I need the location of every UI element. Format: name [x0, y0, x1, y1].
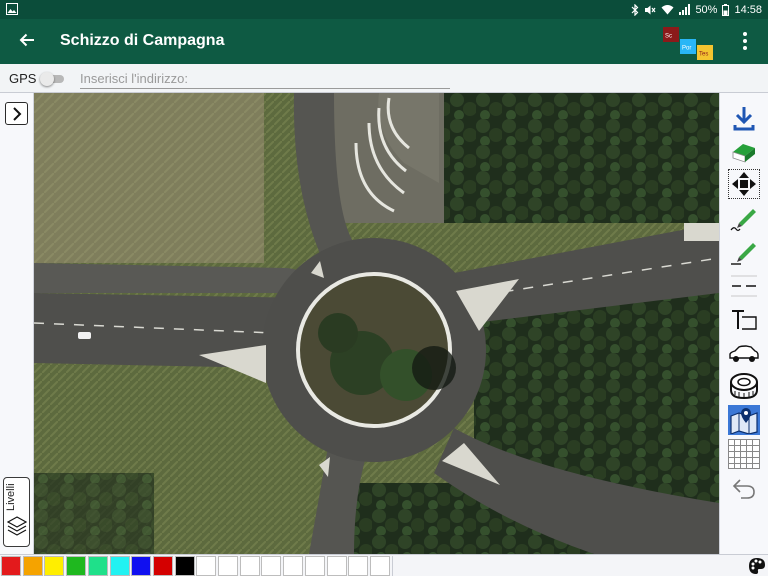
tool-text[interactable] — [728, 305, 760, 335]
color-swatch[interactable] — [196, 556, 217, 576]
page-title: Schizzo di Campagna — [60, 32, 225, 49]
color-swatch[interactable] — [174, 556, 195, 576]
color-swatch[interactable] — [22, 556, 43, 576]
image-notification-icon — [6, 3, 18, 15]
wifi-icon — [661, 5, 674, 15]
expand-panel-button[interactable] — [5, 102, 28, 125]
logo-tile-por: Por — [682, 46, 691, 52]
color-swatch[interactable] — [131, 556, 152, 576]
bluetooth-icon — [632, 3, 639, 16]
battery-icon — [722, 3, 730, 16]
color-swatch[interactable] — [1, 556, 21, 576]
download-icon — [733, 107, 755, 131]
color-swatch[interactable] — [261, 556, 282, 576]
grid-icon — [728, 439, 760, 469]
arrow-back-icon[interactable] — [16, 29, 38, 51]
move-arrows-icon — [732, 172, 756, 196]
line-pencil-icon — [731, 243, 756, 265]
tool-eraser[interactable] — [728, 137, 760, 167]
tool-measure[interactable] — [728, 371, 760, 401]
logo-tile-tes: Tes — [699, 52, 708, 58]
gps-bar: GPS — [0, 64, 768, 93]
mute-icon — [645, 5, 656, 14]
color-swatch[interactable] — [218, 556, 238, 576]
tool-dashed-line[interactable] — [728, 271, 760, 301]
palette-icon[interactable] — [748, 557, 766, 575]
tool-vehicle[interactable] — [728, 339, 760, 369]
color-palette — [0, 554, 768, 576]
color-swatch[interactable] — [109, 556, 130, 576]
aerial-map[interactable] — [34, 93, 719, 554]
tool-move[interactable] — [728, 169, 760, 199]
more-vertical-icon[interactable] — [736, 29, 754, 53]
tool-panel — [719, 93, 768, 554]
signal-icon — [679, 4, 691, 15]
tool-line[interactable] — [728, 237, 760, 267]
eraser-icon — [732, 144, 755, 163]
layers-icon — [7, 516, 27, 536]
palette-field — [392, 556, 742, 576]
left-panel: Livelli — [0, 93, 34, 554]
gps-toggle-knob — [40, 72, 54, 86]
color-swatch[interactable] — [44, 556, 65, 576]
text-tool-icon — [732, 310, 757, 330]
gps-label: GPS — [9, 71, 37, 86]
address-input[interactable] — [80, 68, 450, 89]
undo-icon — [732, 479, 755, 499]
map-layer-icon — [730, 408, 758, 434]
map-canvas — [34, 93, 719, 554]
dashed-line-icon — [731, 275, 757, 297]
layers-button[interactable]: Livelli — [3, 477, 30, 547]
status-bar: 50% 14:58 — [0, 0, 768, 19]
app-bar: Schizzo di Campagna Sc Por Tes — [0, 19, 768, 64]
freehand-pencil-icon — [730, 209, 756, 232]
tool-map[interactable] — [728, 405, 760, 435]
tool-undo[interactable] — [728, 473, 760, 503]
color-swatch[interactable] — [283, 556, 304, 576]
logo-tile-sc: Sc — [665, 34, 672, 40]
car-icon — [729, 345, 759, 362]
battery-percent: 50% — [695, 3, 718, 16]
tool-freehand[interactable] — [728, 203, 760, 233]
measuring-tape-icon — [730, 373, 758, 400]
tool-grid[interactable] — [728, 439, 760, 469]
app-logo: Sc Por Tes — [663, 27, 713, 60]
layers-label: Livelli — [5, 483, 17, 511]
gps-toggle[interactable] — [40, 72, 66, 86]
color-swatch[interactable] — [348, 556, 369, 576]
color-swatch[interactable] — [239, 556, 260, 576]
color-swatch[interactable] — [152, 556, 173, 576]
color-swatch[interactable] — [87, 556, 108, 576]
app-window: 50% 14:58 Schizzo di Campagna Sc Por Tes — [0, 0, 768, 576]
color-swatch[interactable] — [304, 556, 325, 576]
tool-download[interactable] — [728, 103, 760, 133]
color-swatch[interactable] — [66, 556, 87, 576]
color-swatch[interactable] — [369, 556, 390, 576]
color-swatch[interactable] — [326, 556, 347, 576]
clock: 14:58 — [734, 3, 762, 16]
chevron-right-icon — [13, 107, 22, 121]
